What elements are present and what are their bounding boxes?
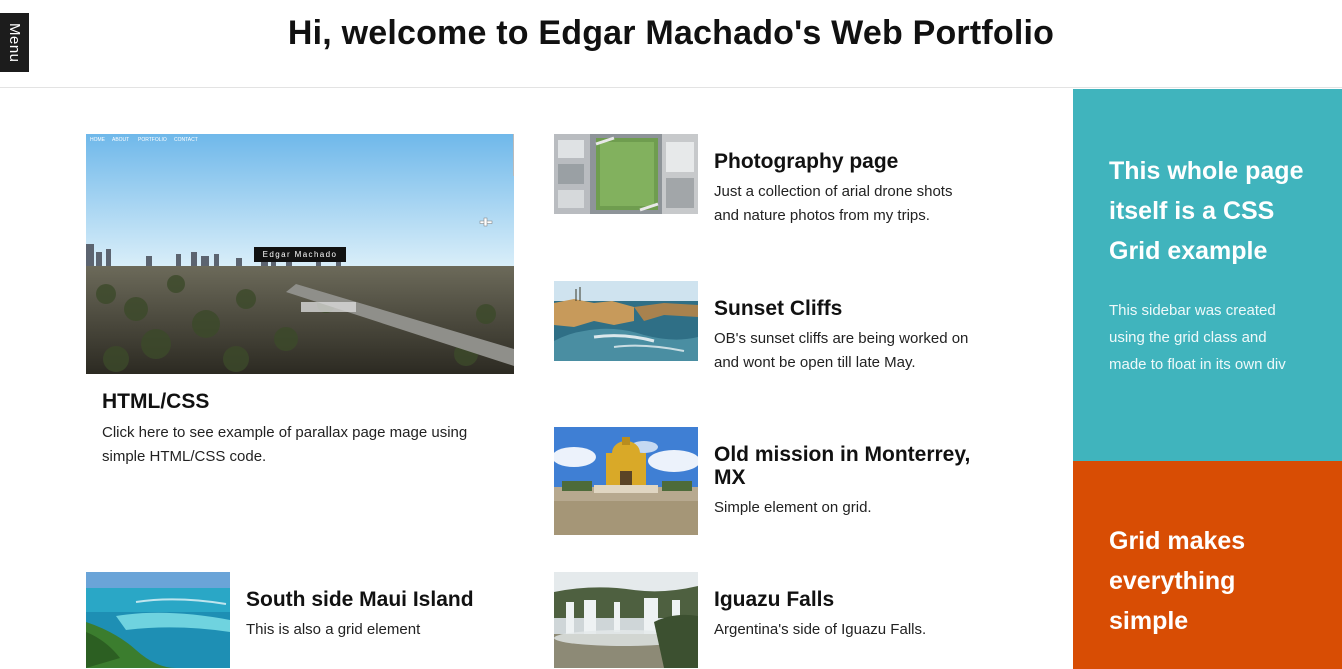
card-iguazu-falls[interactable]: Iguazu Falls Argentina's side of Iguazu …: [554, 572, 984, 668]
preview-nav: HOME ABOUT PORTFOLIO CONTACT: [86, 134, 514, 146]
card-title: HTML/CSS: [102, 390, 210, 413]
preview-nav-item: PORTFOLIO: [138, 137, 167, 143]
card-title: Iguazu Falls: [714, 588, 835, 611]
card-sunset-cliffs[interactable]: Sunset Cliffs OB's sunset cliffs are bei…: [554, 281, 984, 371]
card-old-mission[interactable]: Old mission in Monterrey, MX Simple elem…: [554, 427, 984, 537]
sidebar-grid-tagline: Grid makes everything simple: [1073, 461, 1342, 669]
sunset-cliffs-thumbnail: [554, 281, 698, 361]
header: Hi, welcome to Edgar Machado's Web Portf…: [0, 0, 1342, 88]
card-title: South side Maui Island: [246, 588, 474, 611]
parallax-page-preview-image: HOME ABOUT PORTFOLIO CONTACT Edgar Macha…: [86, 134, 514, 374]
card-title: Photography page: [714, 150, 899, 173]
maui-island-thumbnail: [86, 572, 230, 668]
sidebar-tagline: Grid makes everything simple: [1109, 527, 1246, 635]
card-description: OB's sunset cliffs are being worked on a…: [714, 330, 969, 371]
preview-scrollbar: [513, 134, 514, 176]
card-title: Sunset Cliffs: [714, 297, 843, 320]
card-maui-island[interactable]: South side Maui Island This is also a gr…: [86, 572, 516, 668]
card-description: Just a collection of arial drone shots a…: [714, 183, 953, 224]
card-photography-page[interactable]: Photography page Just a collection of ar…: [554, 134, 984, 224]
page-title: Hi, welcome to Edgar Machado's Web Portf…: [287, 14, 1055, 52]
preview-nav-item: ABOUT: [112, 137, 130, 143]
card-description: Click here to see example of parallax pa…: [102, 424, 468, 465]
old-mission-thumbnail: [554, 427, 698, 535]
sidebar-grid-info: This whole page itself is a CSS Grid exa…: [1073, 89, 1342, 461]
card-description: This is also a grid element: [246, 621, 421, 638]
card-html-css[interactable]: HOME ABOUT PORTFOLIO CONTACT Edgar Macha…: [86, 134, 516, 474]
preview-nav-item: HOME: [90, 137, 105, 143]
drone-photo-thumbnail: [554, 134, 698, 214]
card-description: Simple element on grid.: [714, 499, 872, 516]
preview-nav-item: CONTACT: [174, 137, 198, 143]
sidebar-title: This whole page itself is a CSS Grid exa…: [1109, 157, 1304, 265]
card-title: Old mission in Monterrey, MX: [714, 443, 971, 489]
iguazu-falls-thumbnail: [554, 572, 698, 668]
card-description: Argentina's side of Iguazu Falls.: [714, 621, 927, 638]
preview-name-badge: Edgar Machado: [254, 247, 346, 262]
sidebar-text: This sidebar was created using the grid …: [1109, 302, 1286, 373]
